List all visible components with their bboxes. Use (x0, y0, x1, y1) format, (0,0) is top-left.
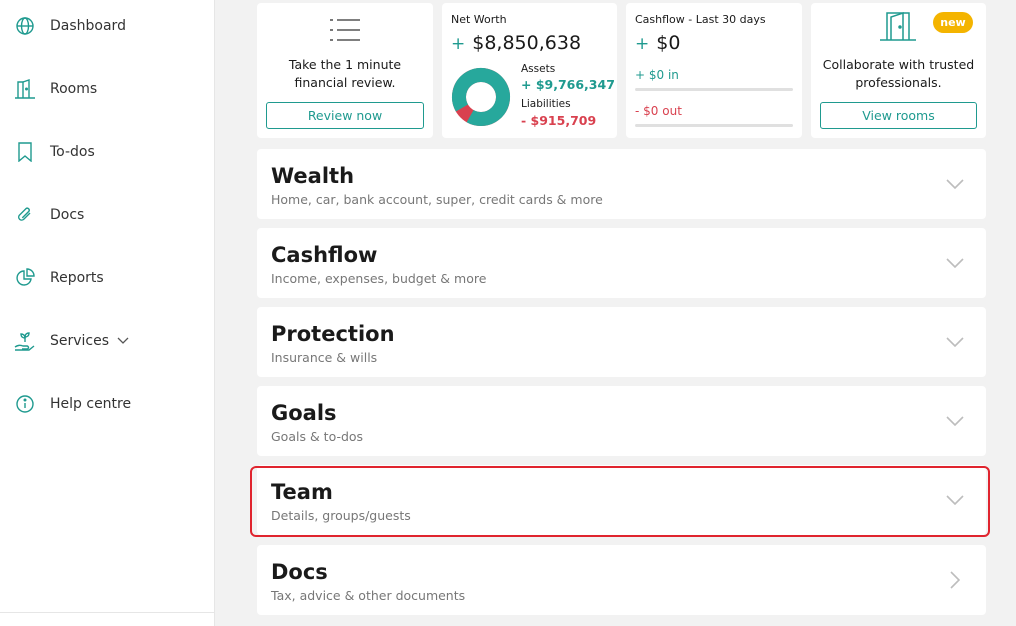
sidebar-item-help-centre[interactable]: Help centre (14, 389, 131, 419)
chevron-down-icon (117, 337, 129, 345)
sidebar-item-label: Rooms (50, 81, 98, 97)
pie-chart-icon (14, 267, 36, 289)
chevron-down-icon[interactable] (946, 255, 964, 271)
section-cashflow[interactable]: Cashflow Income, expenses, budget & more (257, 228, 986, 298)
chevron-down-icon[interactable] (946, 413, 964, 429)
section-title: Docs (271, 560, 328, 584)
cashflow-in-bar (635, 88, 793, 91)
cashflow-out: - $0 out (635, 104, 682, 118)
net-worth-card[interactable]: Net Worth + $8,850,638 Assets + $9,766,3… (442, 3, 617, 138)
section-docs[interactable]: Docs Tax, advice & other documents (257, 545, 986, 615)
rooms-card: new Collaborate with trusted professiona… (811, 3, 986, 138)
cashflow-in-label: in (667, 68, 679, 82)
liabilities-label: Liabilities (521, 98, 571, 110)
hand-plant-icon (14, 330, 36, 352)
section-wealth[interactable]: Wealth Home, car, bank account, super, c… (257, 149, 986, 219)
section-subtitle: Tax, advice & other documents (271, 588, 466, 603)
globe-icon (14, 15, 36, 37)
section-subtitle: Insurance & wills (271, 350, 378, 365)
cashflow-out-amount: - $0 (635, 104, 659, 118)
list-icon (329, 17, 361, 47)
section-goals[interactable]: Goals Goals & to-dos (257, 386, 986, 456)
cashflow-out-bar (635, 124, 793, 127)
chevron-down-icon[interactable] (946, 176, 964, 192)
assets-value: + $9,766,347 (521, 77, 615, 92)
net-worth-title: Net Worth (451, 13, 507, 26)
sidebar-item-label: Reports (50, 270, 104, 286)
section-subtitle: Home, car, bank account, super, credit c… (271, 192, 603, 207)
section-title: Wealth (271, 164, 355, 188)
sidebar-item-reports[interactable]: Reports (14, 263, 104, 293)
sidebar-item-rooms[interactable]: Rooms (14, 74, 97, 104)
section-title: Protection (271, 322, 395, 346)
cashflow-card[interactable]: Cashflow - Last 30 days + $0 + $0 in - $… (626, 3, 802, 138)
net-worth-value: $8,850,638 (472, 32, 582, 54)
sidebar-item-label: To-dos (50, 144, 95, 160)
sidebar: Dashboard Rooms To-dos Docs Reports Serv… (0, 0, 215, 626)
bookmark-icon (14, 141, 36, 163)
chevron-down-icon[interactable] (946, 492, 964, 508)
view-rooms-button[interactable]: View rooms (820, 102, 977, 129)
section-title: Cashflow (271, 243, 378, 267)
sidebar-item-label: Help centre (50, 396, 132, 412)
cashflow-value: $0 (656, 32, 681, 54)
paperclip-icon (14, 204, 36, 226)
sidebar-item-label: Docs (50, 207, 85, 223)
section-subtitle: Details, groups/guests (271, 508, 411, 523)
donut-assets-arc (452, 68, 510, 126)
liabilities-value: - $915,709 (521, 113, 597, 128)
sidebar-item-label: Dashboard (50, 18, 126, 34)
door-icon (14, 78, 36, 100)
sidebar-item-label: Services (50, 333, 110, 349)
cashflow-in-amount: + $0 (635, 68, 665, 82)
info-icon (14, 393, 36, 415)
section-subtitle: Goals & to-dos (271, 429, 364, 444)
cashflow-title: Cashflow - Last 30 days (635, 13, 766, 26)
chevron-right-icon[interactable] (946, 571, 964, 589)
sidebar-item-docs[interactable]: Docs (14, 200, 84, 230)
assets-label: Assets (521, 63, 556, 75)
sidebar-item-dashboard[interactable]: Dashboard (14, 11, 126, 41)
section-team[interactable]: Team Details, groups/guests (257, 465, 986, 535)
section-title: Goals (271, 401, 337, 425)
net-worth-donut (452, 68, 510, 126)
review-now-button[interactable]: Review now (266, 102, 424, 129)
cashflow-in: + $0 in (635, 68, 679, 82)
section-subtitle: Income, expenses, budget & more (271, 271, 487, 286)
door-icon (879, 11, 917, 45)
rooms-prompt-text: Collaborate with trusted professionals. (822, 57, 975, 90)
cashflow-out-label: out (662, 104, 682, 118)
review-prompt-text: Take the 1 minute financial review. (288, 57, 402, 90)
sidebar-item-services[interactable]: Services (14, 326, 129, 356)
chevron-down-icon[interactable] (946, 334, 964, 350)
section-protection[interactable]: Protection Insurance & wills (257, 307, 986, 377)
sidebar-item-to-dos[interactable]: To-dos (14, 137, 95, 167)
section-title: Team (271, 480, 333, 504)
new-badge: new (933, 12, 973, 33)
cashflow-sign: + (635, 34, 650, 54)
sidebar-divider (0, 612, 214, 613)
financial-review-card: Take the 1 minute financial review. Revi… (257, 3, 433, 138)
net-worth-sign: + (451, 34, 466, 54)
